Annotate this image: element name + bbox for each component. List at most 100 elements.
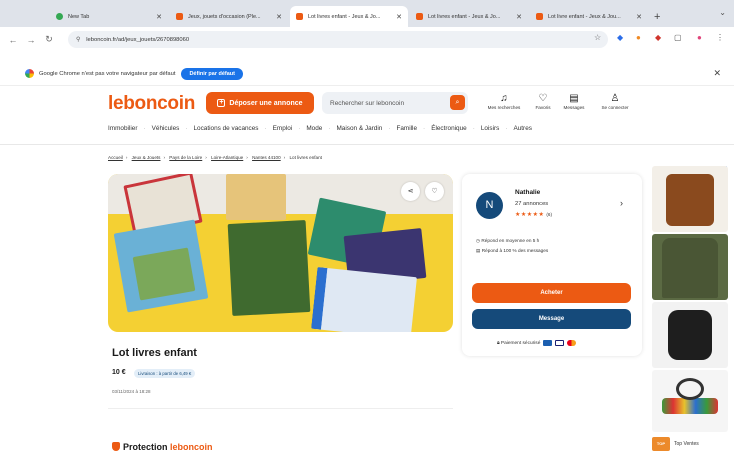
- chevron-right-icon[interactable]: ›: [620, 198, 623, 208]
- socket-set-icon: [662, 398, 718, 414]
- default-browser-infobar: Google Chrome n'est pas votre navigateur…: [0, 62, 734, 86]
- response-time: ◷ Répond en moyenne en 5 h: [476, 238, 539, 244]
- browser-toolbar: ← → ↻ ⚲ leboncoin.fr/ad/jeux_jouets/2670…: [0, 27, 734, 52]
- tab-new-tab[interactable]: New Tab ✕: [50, 6, 168, 27]
- search-placeholder: Rechercher sur leboncoin: [330, 99, 405, 107]
- lock-icon: 🔒︎: [497, 341, 500, 346]
- tab-jeux-jouets[interactable]: Jeux, jouets d'occasion (Ple... ✕: [170, 6, 288, 27]
- extension-shield-icon[interactable]: ◆: [617, 33, 623, 42]
- nav-label: Mes recherches: [487, 105, 521, 110]
- chrome-menu-icon[interactable]: ⋮: [716, 33, 724, 42]
- breadcrumb-link[interactable]: Accueil: [108, 155, 123, 160]
- search-icon[interactable]: ⌕: [450, 95, 465, 110]
- listing-divider: [108, 408, 453, 409]
- message-icon: ▤: [476, 248, 481, 253]
- category-immobilier[interactable]: Immobilier: [108, 125, 137, 132]
- category-emploi[interactable]: Emploi: [273, 125, 293, 132]
- ad-image-jacket[interactable]: [652, 234, 728, 300]
- back-icon[interactable]: ←: [8, 35, 18, 45]
- url-text: leboncoin.fr/ad/jeux_jouets/2670898060: [86, 36, 190, 43]
- leboncoin-favicon-icon: [536, 13, 543, 20]
- reload-icon[interactable]: ↻: [44, 34, 54, 45]
- profile-avatar-icon[interactable]: ●: [697, 33, 702, 42]
- tab-label: Lot livres enfant - Jeux & Jo...: [308, 13, 381, 20]
- message-button[interactable]: Message: [472, 309, 631, 329]
- buy-button[interactable]: Acheter: [472, 283, 631, 303]
- category-loisirs[interactable]: Loisirs: [481, 125, 499, 132]
- tab-label: New Tab: [68, 13, 90, 20]
- new-tab-button[interactable]: +: [654, 11, 660, 23]
- category-nav: Immobilier · Véhicules · Locations de vaca…: [108, 125, 532, 132]
- nav-login[interactable]: ♙ Se connecter: [590, 92, 640, 110]
- ad-image-keys[interactable]: [652, 370, 728, 432]
- set-default-button[interactable]: Définir par défaut: [181, 67, 243, 80]
- breadcrumb-link[interactable]: Pays de la Loire: [169, 155, 202, 160]
- tab-lot-livre-3[interactable]: Lot livre enfant - Jeux & Jou... ✕: [530, 6, 648, 27]
- close-tab-icon[interactable]: ✕: [516, 13, 522, 21]
- category-maison-jardin[interactable]: Maison & Jardin: [336, 125, 382, 132]
- leboncoin-logo[interactable]: leboncoin: [108, 93, 195, 115]
- bookmark-star-icon[interactable]: ☆: [594, 33, 601, 42]
- ad-image-bag[interactable]: [652, 166, 728, 232]
- category-mode[interactable]: Mode: [306, 125, 322, 132]
- breadcrumb-link[interactable]: Jeux & Jouets: [132, 155, 161, 160]
- post-ad-button[interactable]: + Déposer une annonce: [206, 92, 314, 114]
- forward-icon[interactable]: →: [26, 35, 36, 45]
- extension-red-icon[interactable]: ◆: [655, 33, 661, 42]
- seller-ads-count[interactable]: 27 annonces: [515, 201, 548, 207]
- shield-icon: [112, 442, 120, 451]
- cb-card-icon: [543, 340, 553, 346]
- book-cover: [226, 174, 286, 220]
- listing-title: Lot livres enfant: [112, 347, 197, 359]
- seller-rating: ★★★★★ (6): [515, 211, 552, 218]
- category-vehicules[interactable]: Véhicules: [152, 125, 180, 132]
- top-ventes-logo: TOP: [652, 437, 670, 451]
- search-input[interactable]: Rechercher sur leboncoin ⌕: [322, 92, 468, 114]
- listing-photo[interactable]: [108, 174, 453, 332]
- tab-search-chevron-icon[interactable]: ⌄: [719, 8, 726, 17]
- top-ventes-label: Top Ventes: [674, 441, 699, 447]
- seller-name[interactable]: Nathalie: [515, 189, 540, 196]
- response-rate-text: Répond à 100 % des messages: [481, 248, 549, 253]
- breadcrumb-link[interactable]: Loire-Atlantique: [211, 155, 243, 160]
- nav-label: Se connecter: [601, 105, 629, 110]
- close-infobar-icon[interactable]: ✕: [713, 68, 721, 79]
- extensions-puzzle-icon[interactable]: ▢: [674, 33, 682, 42]
- mastercard-icon: [567, 340, 577, 346]
- user-icon: ♙: [610, 93, 620, 104]
- site-info-icon[interactable]: ⚲: [76, 37, 80, 43]
- seller-avatar[interactable]: N: [476, 192, 503, 219]
- close-tab-icon[interactable]: ✕: [636, 13, 642, 21]
- delivery-badge: Livraison : à partir de 6,49 €: [134, 369, 196, 378]
- category-famille[interactable]: Famille: [396, 125, 417, 132]
- response-time-text: Répond en moyenne en 5 h: [481, 238, 540, 243]
- rating-stars-icon: ★★★★★: [515, 212, 545, 218]
- infobar-text: Google Chrome n'est pas votre navigateur…: [39, 70, 176, 77]
- protection-brand: leboncoin: [170, 442, 213, 452]
- category-electronique[interactable]: Électronique: [431, 125, 467, 132]
- ad-image-pads[interactable]: [652, 302, 728, 368]
- breadcrumb-current: Lot livres enfant: [289, 155, 322, 160]
- extension-icon[interactable]: ●: [636, 33, 641, 42]
- leather-bag-icon: [666, 174, 714, 226]
- share-icon[interactable]: ⋖: [401, 182, 420, 201]
- category-autres[interactable]: Autres: [513, 125, 531, 132]
- close-tab-icon[interactable]: ✕: [156, 13, 162, 21]
- post-ad-label: Déposer une annonce: [229, 99, 303, 107]
- favorite-heart-icon[interactable]: ♡: [425, 182, 444, 201]
- address-bar[interactable]: ⚲ leboncoin.fr/ad/jeux_jouets/2670898060: [68, 31, 608, 48]
- tab-lot-livres-active[interactable]: Lot livres enfant - Jeux & Jo... ✕: [290, 6, 408, 27]
- new-tab-favicon-icon: [56, 13, 63, 20]
- breadcrumb-link[interactable]: Nantes 44100: [252, 155, 281, 160]
- tab-label: Jeux, jouets d'occasion (Ple...: [188, 13, 261, 20]
- protection-heading: Protection leboncoin: [112, 442, 213, 452]
- category-locations[interactable]: Locations de vacances: [193, 125, 258, 132]
- breadcrumb: Accueil › Jeux & Jouets › Pays de la Loire…: [108, 155, 322, 160]
- book-cover: [311, 266, 417, 332]
- close-tab-icon[interactable]: ✕: [276, 13, 282, 21]
- tab-label: Lot livres enfant - Jeux & Jo...: [428, 13, 501, 20]
- listing-date: 03/11/2024 à 18:28: [112, 389, 151, 394]
- top-ventes[interactable]: TOP Top Ventes: [652, 437, 699, 451]
- close-tab-icon[interactable]: ✕: [396, 13, 402, 21]
- tab-lot-livres-2[interactable]: Lot livres enfant - Jeux & Jo... ✕: [410, 6, 528, 27]
